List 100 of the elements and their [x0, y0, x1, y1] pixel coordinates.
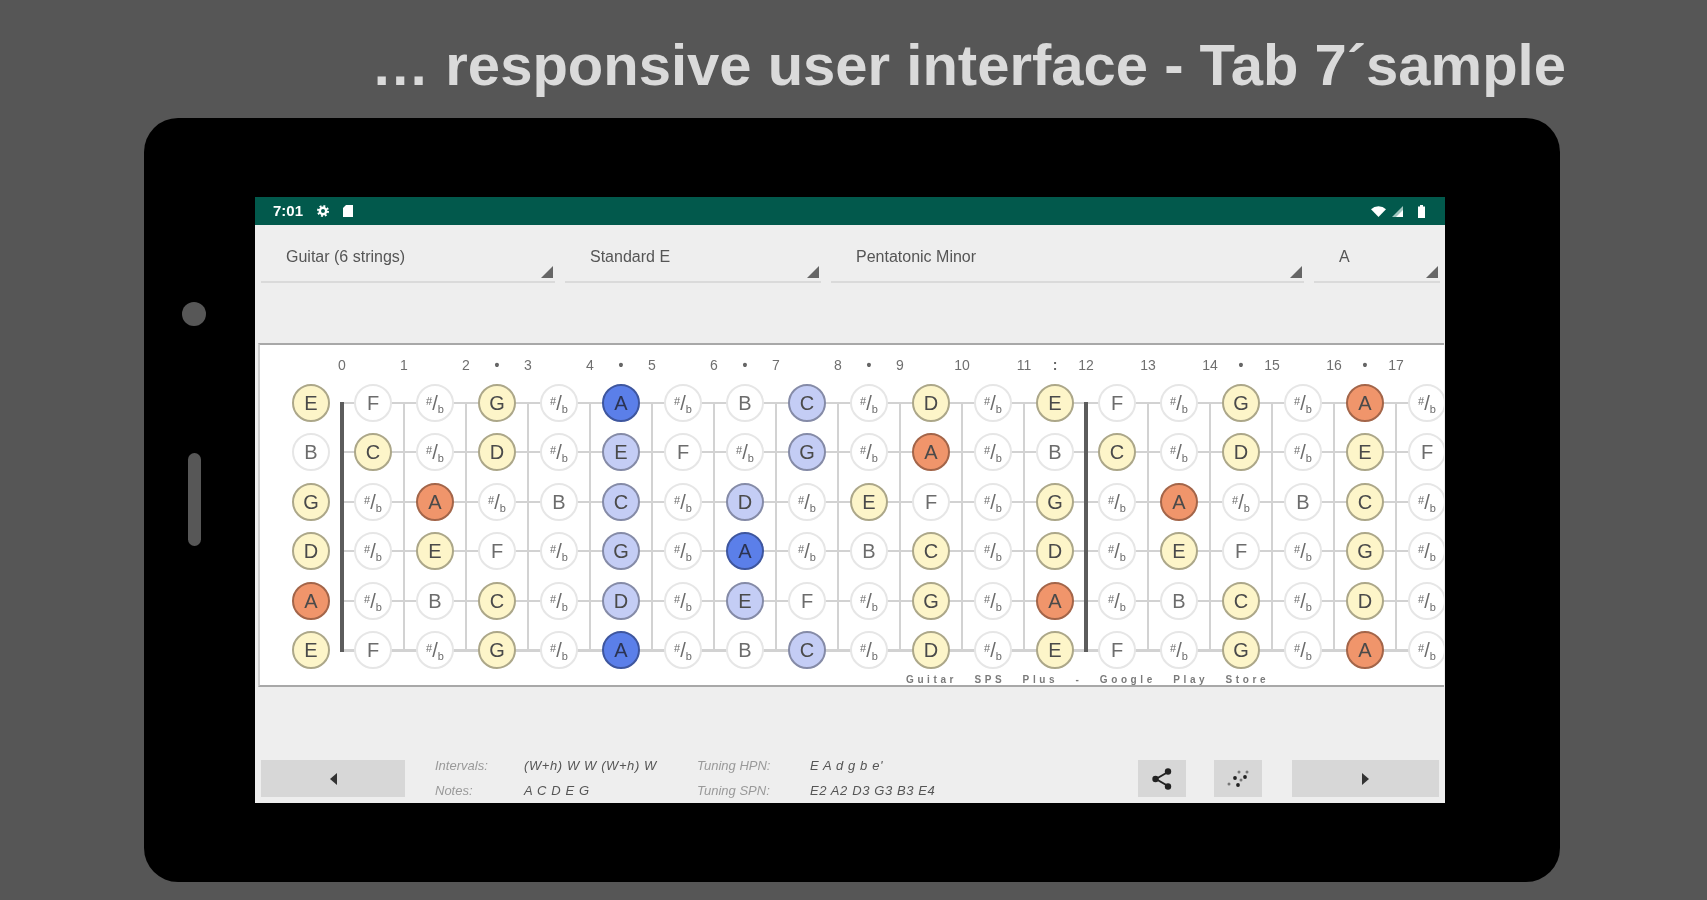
note-marker: $^{#}$/$_{b}$	[540, 383, 578, 422]
note-marker: $^{#}$/$_{b}$	[664, 532, 702, 571]
note-marker: B	[1284, 482, 1322, 521]
note-marker: $^{#}$/$_{b}$	[974, 532, 1012, 571]
note-marker: C	[354, 433, 392, 472]
note-marker: $^{#}$/$_{b}$	[1408, 631, 1444, 670]
note-marker: $^{#}$/$_{b}$	[974, 383, 1012, 422]
note-marker: D	[478, 433, 516, 472]
note-marker: $^{#}$/$_{b}$	[664, 482, 702, 521]
info-label: Tuning HPN:	[697, 758, 772, 774]
dropdown[interactable]: Pentatonic Minor	[831, 233, 1304, 283]
fret-number: 6	[710, 356, 718, 374]
dropdown[interactable]: Standard E	[565, 233, 821, 283]
note-marker: B	[540, 482, 578, 521]
status-time: 7:01	[273, 202, 304, 220]
note-marker: $^{#}$/$_{b}$	[1160, 631, 1198, 670]
note-marker: $^{#}$/$_{b}$	[664, 581, 702, 620]
info-value: (W+h) W W (W+h) W	[524, 758, 658, 774]
fret-marker: •	[1362, 356, 1368, 374]
note-marker: F	[354, 631, 392, 670]
note-marker: G	[292, 482, 330, 521]
info-label: Intervals:	[435, 758, 489, 774]
caret-icon	[1290, 266, 1302, 278]
fret-number: 13	[1140, 356, 1156, 374]
fret-marker: •	[742, 356, 748, 374]
fret-number: 10	[954, 356, 970, 374]
note-marker: D	[292, 532, 330, 571]
note-marker: $^{#}$/$_{b}$	[726, 433, 764, 472]
note-marker: A	[1036, 581, 1074, 620]
fret-number: 14	[1202, 356, 1218, 374]
note-marker: $^{#}$/$_{b}$	[850, 383, 888, 422]
caret-icon	[1426, 266, 1438, 278]
note-marker: F	[1408, 433, 1444, 472]
note-marker: B	[1160, 581, 1198, 620]
fret-number: 0	[338, 356, 346, 374]
note-marker: E	[1346, 433, 1384, 472]
note-marker: G	[478, 631, 516, 670]
note-marker: $^{#}$/$_{b}$	[1098, 532, 1136, 571]
fret-number: 7	[772, 356, 780, 374]
note-marker: $^{#}$/$_{b}$	[354, 581, 392, 620]
note-marker: $^{#}$/$_{b}$	[974, 433, 1012, 472]
caret-right-icon	[1362, 772, 1369, 785]
info-label: Notes:	[435, 783, 474, 799]
fret-number: 4	[586, 356, 594, 374]
note-marker: E	[292, 383, 330, 422]
note-marker: D	[1036, 532, 1074, 571]
note-marker: A	[1346, 631, 1384, 670]
note-marker: F	[912, 482, 950, 521]
note-marker: E	[602, 433, 640, 472]
scattered-dots-icon	[1226, 768, 1250, 789]
note-marker: $^{#}$/$_{b}$	[1284, 433, 1322, 472]
note-marker: $^{#}$/$_{b}$	[974, 581, 1012, 620]
note-marker: $^{#}$/$_{b}$	[1284, 532, 1322, 571]
note-marker: G	[912, 581, 950, 620]
note-marker: $^{#}$/$_{b}$	[1408, 532, 1444, 571]
note-marker: C	[1098, 433, 1136, 472]
info-value: E2 A2 D3 G3 B3 E4	[810, 783, 936, 799]
note-marker: $^{#}$/$_{b}$	[974, 631, 1012, 670]
note-marker: E	[1036, 383, 1074, 422]
note-marker: G	[478, 383, 516, 422]
dropdown[interactable]: A	[1314, 233, 1440, 283]
dropdown[interactable]: Guitar (6 strings)	[261, 233, 555, 283]
note-marker: E	[726, 581, 764, 620]
note-marker: C	[1346, 482, 1384, 521]
note-marker: D	[1346, 581, 1384, 620]
note-marker: E	[1160, 532, 1198, 571]
caret-icon	[807, 266, 819, 278]
signal-icon	[1392, 205, 1403, 217]
note-marker: C	[788, 383, 826, 422]
info-label: Tuning SPN:	[697, 783, 771, 799]
note-marker: A	[1346, 383, 1384, 422]
note-marker: $^{#}$/$_{b}$	[1408, 581, 1444, 620]
share-button[interactable]	[1138, 760, 1186, 797]
note-marker: B	[416, 581, 454, 620]
note-marker: $^{#}$/$_{b}$	[540, 433, 578, 472]
info-value: A C D E G	[524, 783, 591, 799]
dots-button[interactable]	[1214, 760, 1262, 797]
note-marker: $^{#}$/$_{b}$	[1098, 482, 1136, 521]
note-marker: $^{#}$/$_{b}$	[850, 631, 888, 670]
note-marker: G	[602, 532, 640, 571]
note-marker: C	[788, 631, 826, 670]
note-marker: F	[478, 532, 516, 571]
rounded-bar-icon	[187, 453, 201, 546]
note-marker: $^{#}$/$_{b}$	[1408, 482, 1444, 521]
credit-text: Guitar SPS Plus - Google Play Store	[906, 675, 1270, 684]
note-marker: D	[912, 383, 950, 422]
fret-marker: •	[866, 356, 872, 374]
note-marker: $^{#}$/$_{b}$	[416, 383, 454, 422]
fret-number: 17	[1388, 356, 1404, 374]
wifi-icon	[1371, 205, 1386, 217]
note-marker: $^{#}$/$_{b}$	[416, 433, 454, 472]
banner-title: … responsive user interface - Tab 7´sample	[371, 33, 1566, 97]
note-marker: C	[912, 532, 950, 571]
fret-number: 3	[524, 356, 532, 374]
note-marker: E	[850, 482, 888, 521]
fret-number: 11	[1016, 356, 1032, 374]
note-marker: $^{#}$/$_{b}$	[354, 532, 392, 571]
note-marker: A	[602, 383, 640, 422]
camera-dot-icon	[182, 302, 206, 326]
note-marker: B	[726, 383, 764, 422]
